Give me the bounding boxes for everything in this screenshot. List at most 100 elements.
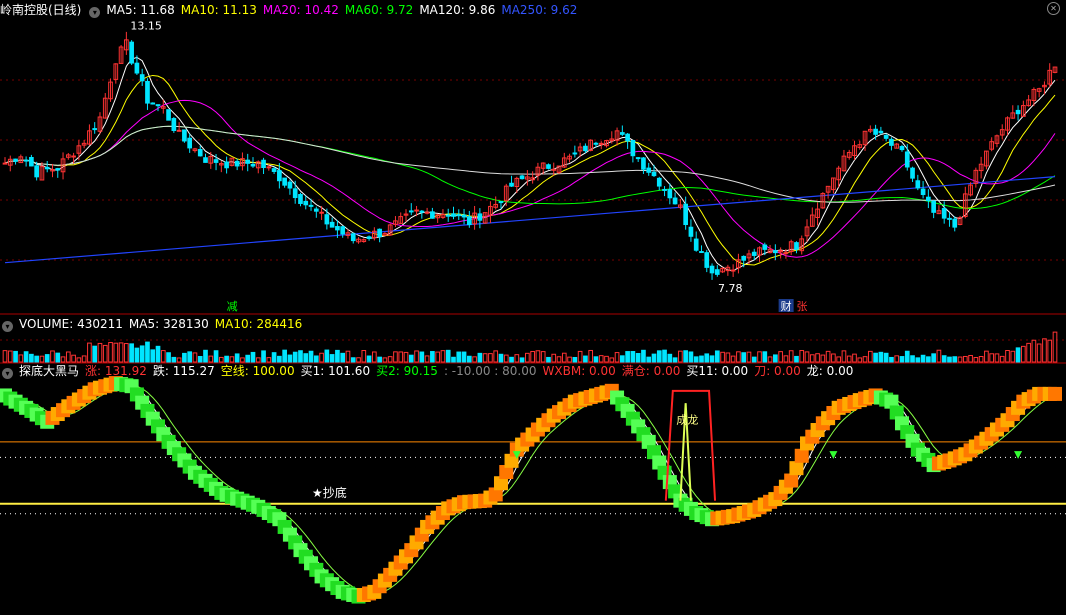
volume-bar	[277, 355, 282, 363]
settings-icon[interactable]: ▾	[89, 7, 101, 18]
volume-bar	[598, 355, 604, 363]
volume-bar	[720, 351, 725, 363]
candle-body	[324, 214, 330, 225]
volume-bar	[883, 352, 889, 363]
indicator-label-3: 空线: 100.00	[220, 364, 295, 378]
volume-bar	[683, 350, 688, 363]
candle-body	[139, 74, 145, 82]
volume-bar	[472, 356, 477, 363]
volume-label-1: MA5: 328130	[128, 317, 209, 331]
volume-bar	[65, 351, 71, 363]
volume-bar	[456, 351, 462, 363]
volume-bar	[852, 353, 857, 363]
candle-body	[92, 128, 98, 131]
volume-bar	[266, 357, 272, 363]
volume-bar	[493, 350, 499, 363]
volume-bar	[1026, 342, 1031, 363]
indicator-label-4: 买1: 101.60	[300, 364, 371, 378]
stock-title[interactable]: 岭南控股(日线)	[0, 3, 81, 17]
candle-body	[203, 157, 208, 163]
volume-bar	[672, 357, 678, 363]
volume-bar	[730, 355, 736, 363]
close-icon[interactable]: ✕	[1047, 2, 1060, 15]
candle-body	[773, 250, 778, 254]
volume-bar	[18, 354, 24, 363]
indicator-label-8: 满仓: 0.00	[621, 364, 681, 378]
candle-body	[134, 62, 140, 74]
volume-bar	[23, 351, 29, 363]
volume-bar	[1052, 331, 1058, 363]
volume-bar	[604, 355, 609, 363]
volume-bar	[746, 351, 752, 363]
volume-bar	[699, 355, 704, 363]
indicator-label-7: WXBM: 0.00	[542, 364, 616, 378]
volume-bar	[356, 357, 361, 363]
volume-bar	[693, 356, 699, 363]
candle-body	[145, 80, 150, 104]
volume-bar	[503, 354, 509, 363]
candle-body	[704, 252, 710, 268]
volume-bar	[118, 342, 124, 363]
volume-bar	[166, 352, 171, 363]
candle-body	[29, 156, 34, 167]
volume-bar	[319, 352, 324, 363]
volume-bar	[408, 354, 414, 363]
candle-body	[71, 155, 76, 158]
candle-body	[129, 41, 134, 64]
volume-bar	[292, 351, 298, 363]
volume-bar	[815, 353, 820, 363]
candle-body	[662, 188, 667, 191]
candle-body	[150, 102, 156, 105]
volume-bar	[978, 356, 984, 363]
volume-bar	[1031, 339, 1037, 363]
volume-bar	[862, 356, 868, 363]
volume-bar	[941, 355, 947, 363]
candle-body	[904, 151, 910, 168]
volume-bar	[804, 351, 810, 363]
volume-bar	[567, 356, 572, 363]
volume-bar	[377, 356, 382, 363]
volume-bar	[160, 350, 166, 363]
stock-chart[interactable]: 13.15 7.78 减 财张 成龙 ★抄底	[0, 0, 1066, 615]
volume-bar	[313, 355, 319, 363]
candle-body	[329, 221, 335, 228]
candle-body	[630, 140, 636, 157]
candle-body	[414, 209, 419, 212]
candle-body	[883, 135, 889, 139]
volume-bar	[846, 355, 852, 363]
indicator-settings-icon[interactable]: ▾	[2, 368, 13, 379]
volume-bar	[1015, 347, 1021, 363]
volume-bar	[836, 356, 842, 363]
indicator-label-6: : -10.00 : 80.00	[443, 364, 537, 378]
volume-bar	[968, 354, 973, 363]
ma120-line	[4, 125, 1056, 203]
candle-body	[456, 214, 462, 217]
volume-settings-icon[interactable]: ▾	[2, 321, 13, 332]
candle-body	[319, 211, 324, 214]
volume-bar	[952, 356, 958, 363]
volume-bars	[2, 331, 1058, 363]
volume-bar	[714, 350, 720, 363]
candle-body	[419, 210, 425, 213]
candle-body	[794, 242, 799, 250]
volume-bar	[445, 349, 451, 363]
low-price-label: 7.78	[718, 282, 743, 295]
volume-bar	[324, 349, 330, 363]
candle-body	[340, 226, 346, 235]
volume-bar	[308, 350, 314, 363]
candle-body	[197, 149, 203, 157]
candlestick-series	[2, 31, 1058, 280]
volume-bar	[561, 352, 567, 363]
candle-body	[741, 255, 747, 261]
volume-bar	[329, 354, 335, 363]
candle-body	[915, 180, 921, 189]
volume-bar	[218, 356, 224, 363]
volume-bar	[414, 350, 419, 363]
volume-bar	[361, 350, 367, 363]
volume-bar	[757, 351, 762, 363]
candle-body	[292, 188, 298, 199]
volume-bar	[87, 342, 92, 363]
volume-bar	[957, 356, 963, 363]
candle-body	[683, 203, 688, 226]
volume-bar	[767, 356, 773, 363]
